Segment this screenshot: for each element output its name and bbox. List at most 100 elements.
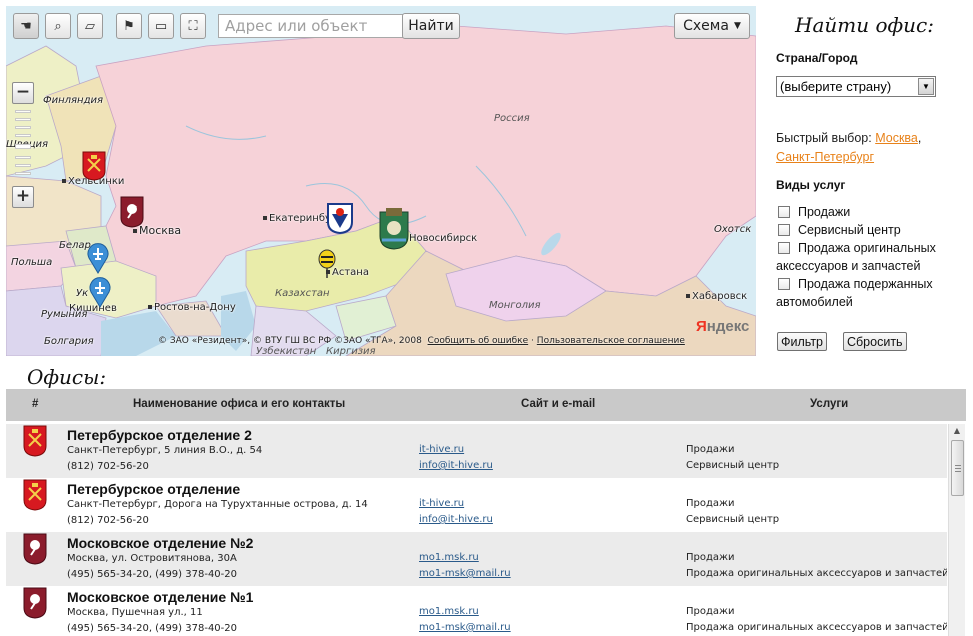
filter-button[interactable]: Фильтр (777, 332, 827, 351)
offices-table-header: # Наименование офиса и его контакты Сайт… (6, 389, 966, 421)
city-ukraine: Ук (76, 288, 89, 299)
office-phone: (495) 565-34-20, (499) 378-40-20 (67, 569, 237, 580)
reset-button[interactable]: Сбросить (843, 332, 907, 351)
service-option-service-center[interactable]: Сервисный центр (776, 221, 964, 239)
map[interactable]: Россия Казахстан Монголия Узбекистан Кир… (6, 6, 756, 356)
service-option-used-cars[interactable]: Продажа подержанных автомобилей (776, 275, 964, 311)
service-checkbox[interactable] (778, 242, 790, 254)
fullscreen-tool-button[interactable]: ⛶ (180, 13, 206, 39)
office-site-link[interactable]: mo1.msk.ru (419, 606, 479, 617)
yandex-logo-rest: ндекс (706, 318, 750, 335)
map-layer-label: Схема (683, 18, 729, 34)
zoom-tick[interactable] (15, 126, 31, 129)
zoom-tick[interactable] (15, 118, 31, 121)
service-checkbox[interactable] (778, 206, 790, 218)
office-site-link[interactable]: it-hive.ru (419, 444, 464, 455)
spb-marker-icon[interactable] (82, 151, 106, 184)
flag-tool-button[interactable]: ⚑ (116, 13, 142, 39)
map-copyright: © ЗАО «Резидент», © ВТУ ГШ ВС РФ ©ЗАО «Т… (158, 336, 422, 346)
region-kazakhstan: Казахстан (275, 288, 330, 299)
airport-marker-icon[interactable] (86, 242, 110, 277)
office-email-link[interactable]: info@it-hive.ru (419, 514, 493, 525)
map-search-input[interactable] (218, 14, 404, 38)
chevron-down-icon: ▼ (918, 78, 934, 95)
map-attribution: © ЗАО «Резидент», © ВТУ ГШ ВС РФ ©ЗАО «Т… (158, 336, 685, 346)
city-khabarovsk: Хабаровск (686, 291, 747, 302)
yandex-logo-first: Я (696, 318, 707, 335)
office-address: Москва, ул. Островитянова, 30А (67, 553, 237, 564)
service-label: Сервисный центр (798, 223, 901, 237)
zoom-tick[interactable] (15, 164, 31, 167)
table-row[interactable]: Петербурское отделение 2 Санкт-Петербург… (6, 424, 947, 478)
map-find-button[interactable]: Найти (402, 13, 460, 39)
city-moscow-label: Москва (139, 224, 182, 237)
scrollbar-thumb[interactable] (951, 440, 964, 496)
office-email-link[interactable]: info@it-hive.ru (419, 460, 493, 471)
flag-icon: ⚑ (123, 18, 135, 34)
quick-spb-link[interactable]: Санкт-Петербург (776, 150, 874, 164)
service-checkbox[interactable] (778, 224, 790, 236)
fullscreen-icon: ⛶ (188, 18, 198, 34)
zoom-in-button[interactable]: + (12, 186, 34, 208)
office-name[interactable]: Московское отделение №2 (67, 535, 253, 551)
office-email-link[interactable]: mo1-msk@mail.ru (419, 622, 511, 633)
moscow-marker-icon[interactable] (120, 196, 144, 231)
attribution-separator: · (531, 336, 534, 346)
zoom-tick[interactable] (15, 172, 31, 175)
service-option-accessories[interactable]: Продажа оригинальных аксессуаров и запча… (776, 239, 964, 275)
city-astana-label: Астана (332, 267, 369, 278)
office-service: Продажа оригинальных аксессуаров и запча… (686, 622, 947, 633)
office-site-link[interactable]: mo1.msk.ru (419, 552, 479, 563)
city-poland: Польша (11, 257, 53, 268)
scroll-up-icon[interactable]: ▲ (951, 426, 963, 438)
zoom-tick[interactable] (15, 134, 31, 137)
city-khabarovsk-label: Хабаровск (692, 291, 748, 302)
quick-select-label: Быстрый выбор: (776, 131, 872, 145)
airport-marker-icon[interactable] (88, 276, 112, 311)
office-site-link[interactable]: it-hive.ru (419, 498, 464, 509)
office-address: Санкт-Петербург, Дорога на Турухтанные о… (67, 499, 368, 510)
offices-table-body: Петербурское отделение 2 Санкт-Петербург… (6, 424, 947, 636)
office-name[interactable]: Московское отделение №1 (67, 589, 253, 605)
office-service: Продажа оригинальных аксессуаров и запча… (686, 568, 947, 579)
novosibirsk-marker-icon[interactable] (378, 206, 410, 253)
offices-title: Офисы: (27, 365, 107, 389)
office-phone: (495) 565-34-20, (499) 378-40-20 (67, 623, 237, 634)
report-error-link[interactable]: Сообщить об ошибке (428, 336, 529, 346)
astana-marker-icon[interactable] (317, 249, 337, 282)
country-select[interactable]: (выберите страну) ▼ (776, 76, 936, 97)
map-layer-dropdown[interactable]: Схема ▼ (674, 13, 750, 39)
quick-moscow-link[interactable]: Москва (875, 131, 918, 145)
layer-tool-button[interactable]: ▭ (148, 13, 174, 39)
ruler-icon: ▱ (85, 18, 95, 34)
office-email-link[interactable]: mo1-msk@mail.ru (419, 568, 511, 579)
magnifier-tool-button[interactable]: ⌕ (45, 13, 71, 39)
office-name[interactable]: Петербурское отделение 2 (67, 427, 252, 443)
country-label: Страна/Город (776, 51, 858, 65)
city-rostov: Ростов-на-Дону (148, 302, 236, 313)
hand-tool-button[interactable]: ☚ (13, 13, 39, 39)
layer-icon: ▭ (154, 18, 168, 34)
table-row[interactable]: Московское отделение №2 Москва, ул. Остр… (6, 532, 947, 586)
services-label: Виды услуг (776, 178, 846, 192)
ruler-tool-button[interactable]: ▱ (77, 13, 103, 39)
magnifier-icon: ⌕ (54, 18, 62, 34)
service-label: Продажи (798, 205, 851, 219)
table-row[interactable]: Московское отделение №1 Москва, Пушечная… (6, 586, 947, 636)
zoom-tick[interactable] (15, 110, 31, 113)
country-select-value: (выберите страну) (780, 79, 892, 94)
service-checkbox[interactable] (778, 278, 790, 290)
zoom-out-button[interactable]: − (12, 82, 34, 104)
user-agreement-link[interactable]: Пользовательское соглашение (537, 336, 685, 346)
yekaterinburg-marker-icon[interactable] (326, 202, 354, 237)
region-mongolia: Монголия (489, 300, 541, 311)
office-name[interactable]: Петербурское отделение (67, 481, 240, 497)
service-option-sales[interactable]: Продажи (776, 203, 964, 221)
offices-scrollbar[interactable]: ▲ (948, 424, 965, 636)
region-uzbekistan: Узбекистан (256, 346, 317, 356)
table-row[interactable]: Петербурское отделение Санкт-Петербург, … (6, 478, 947, 532)
zoom-slider-handle[interactable] (15, 144, 31, 149)
office-service: Продажи (686, 444, 735, 455)
zoom-tick[interactable] (15, 156, 31, 159)
office-service: Сервисный центр (686, 460, 780, 471)
